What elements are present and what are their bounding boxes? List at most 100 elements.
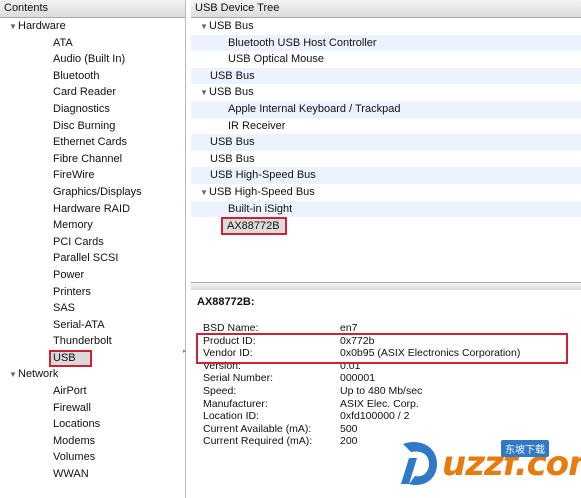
property-key: Current Required (mA):: [203, 435, 313, 448]
sidebar-item-label: USB: [49, 349, 92, 367]
device-row[interactable]: ▼USB Bus: [191, 84, 581, 101]
sidebar-item[interactable]: Serial-ATA: [0, 317, 185, 334]
sidebar-item[interactable]: Power: [0, 267, 185, 284]
sidebar-item[interactable]: FireWire: [0, 167, 185, 184]
disclosure-triangle-icon[interactable]: ▼: [200, 19, 209, 36]
sidebar-item[interactable]: Parallel SCSI: [0, 250, 185, 267]
device-row[interactable]: Apple Internal Keyboard / Trackpad: [191, 100, 581, 118]
sidebar-item[interactable]: Audio (Built In): [0, 51, 185, 68]
sidebar-item[interactable]: Thunderbolt: [0, 333, 185, 350]
device-row[interactable]: Bluetooth USB Host Controller: [191, 34, 581, 52]
sidebar-item[interactable]: Volumes: [0, 449, 185, 466]
sidebar-item[interactable]: Hardware RAID: [0, 201, 185, 218]
sidebar-item-label: Printers: [53, 285, 91, 298]
property-row: Serial Number: 000001: [203, 372, 520, 385]
sidebar-item-label: Fibre Channel: [53, 152, 123, 165]
property-value: 200: [340, 435, 358, 448]
splitter-handle[interactable]: ▸: [183, 347, 187, 355]
property-row: Location ID: 0xfd100000 / 2: [203, 410, 520, 423]
property-row: Manufacturer: ASIX Elec. Corp.: [203, 398, 520, 411]
sidebar-item[interactable]: Modems: [0, 433, 185, 450]
device-row[interactable]: ▼USB Bus: [191, 18, 581, 35]
sidebar-item-label: Card Reader: [53, 86, 116, 99]
device-label: USB High-Speed Bus: [209, 185, 315, 198]
device-label: USB Bus: [210, 136, 255, 149]
property-key: Location ID:: [203, 410, 260, 423]
sidebar-item-label: Firewall: [53, 401, 91, 414]
device-tree-header: USB Device Tree: [191, 0, 581, 18]
sidebar-header: Contents: [0, 0, 185, 18]
highlight-box-ids: [196, 333, 568, 364]
device-tree-pane: USB Device Tree ▼USB Bus Bluetooth USB Ho…: [191, 0, 581, 283]
disclosure-triangle-icon[interactable]: ▼: [9, 367, 18, 384]
sidebar-item-label: Thunderbolt: [53, 335, 112, 348]
sidebar-item[interactable]: Diagnostics: [0, 101, 185, 118]
sidebar-item-label: Disc Burning: [53, 119, 116, 132]
device-label: USB High-Speed Bus: [210, 169, 316, 182]
sidebar-item[interactable]: WWAN: [0, 466, 185, 483]
sidebar-item-label: Ethernet Cards: [53, 136, 127, 149]
sidebar-item-label: WWAN: [53, 468, 89, 481]
sidebar-item-label: SAS: [53, 302, 76, 315]
property-value: 0xfd100000 / 2: [340, 410, 410, 423]
sidebar-category-hardware[interactable]: ▼Hardware: [0, 18, 185, 35]
sidebar-item[interactable]: Bluetooth: [0, 68, 185, 85]
device-label: Built-in iSight: [228, 202, 293, 215]
device-row[interactable]: USB Bus: [191, 134, 581, 151]
device-row[interactable]: ▼USB High-Speed Bus: [191, 184, 581, 201]
category-label: Hardware: [18, 20, 66, 32]
device-row[interactable]: USB Bus: [191, 67, 581, 85]
sidebar-item-label: PCI Cards: [53, 235, 104, 248]
sidebar-category-network[interactable]: ▼Network: [0, 366, 185, 383]
watermark-tag: 东坡下载: [501, 440, 549, 457]
sidebar-item[interactable]: Locations: [0, 416, 185, 433]
sidebar-item[interactable]: Ethernet Cards: [0, 134, 185, 151]
sidebar: Contents ▼Hardware ATA Audio (Built In) Blu…: [0, 0, 186, 498]
device-label: IR Receiver: [228, 119, 286, 132]
disclosure-triangle-icon[interactable]: ▼: [9, 19, 18, 36]
disclosure-triangle-icon[interactable]: ▼: [200, 185, 209, 202]
sidebar-item-label: ATA: [53, 36, 73, 49]
watermark-logo: uzzf.com 东坡下载: [393, 430, 581, 498]
detail-title: AX88772B:: [197, 296, 255, 308]
sidebar-item[interactable]: Disc Burning: [0, 118, 185, 135]
device-label: USB Bus: [209, 20, 254, 32]
property-key: Manufacturer:: [203, 397, 268, 410]
device-label: USB Optical Mouse: [228, 53, 324, 66]
sidebar-item-label: Volumes: [53, 451, 96, 464]
sidebar-item[interactable]: ATA: [0, 35, 185, 52]
sidebar-item[interactable]: Card Reader: [0, 84, 185, 101]
device-row[interactable]: IR Receiver: [191, 118, 581, 135]
device-row[interactable]: USB High-Speed Bus: [191, 167, 581, 184]
sidebar-item[interactable]: SAS: [0, 300, 185, 317]
sidebar-item-label: Audio (Built In): [53, 53, 126, 66]
property-value: ASIX Elec. Corp.: [340, 397, 419, 410]
device-row[interactable]: Built-in iSight: [191, 200, 581, 218]
device-row[interactable]: USB Optical Mouse: [191, 51, 581, 68]
sidebar-item[interactable]: Fibre Channel: [0, 151, 185, 168]
sidebar-item[interactable]: Graphics/Displays: [0, 184, 185, 201]
sidebar-item-label: Power: [53, 268, 85, 281]
device-label: Apple Internal Keyboard / Trackpad: [228, 102, 401, 115]
property-value: 000001: [340, 372, 376, 385]
device-label: USB Bus: [209, 86, 254, 99]
device-label: USB Bus: [210, 69, 255, 82]
contents-tree: ▼Hardware ATA Audio (Built In) Bluetooth Car…: [0, 18, 185, 483]
sidebar-item-label: Locations: [53, 418, 101, 431]
device-row-selected[interactable]: AX88772B: [191, 217, 581, 236]
sidebar-item[interactable]: Firewall: [0, 400, 185, 417]
sidebar-item[interactable]: PCI Cards: [0, 234, 185, 251]
property-key: Current Available (mA):: [203, 422, 312, 435]
device-label: AX88772B: [221, 217, 287, 236]
sidebar-item-usb[interactable]: USB: [0, 349, 185, 367]
property-key: Serial Number:: [203, 372, 274, 385]
sidebar-item[interactable]: AirPort: [0, 383, 185, 400]
sidebar-item-label: Diagnostics: [53, 102, 110, 115]
sidebar-item[interactable]: Memory: [0, 217, 185, 234]
device-row[interactable]: USB Bus: [191, 151, 581, 168]
disclosure-triangle-icon[interactable]: ▼: [200, 85, 209, 102]
sidebar-item-label: AirPort: [53, 385, 87, 398]
sidebar-item-label: FireWire: [53, 169, 95, 182]
logo-mark-icon: [401, 442, 437, 486]
sidebar-item[interactable]: Printers: [0, 284, 185, 301]
